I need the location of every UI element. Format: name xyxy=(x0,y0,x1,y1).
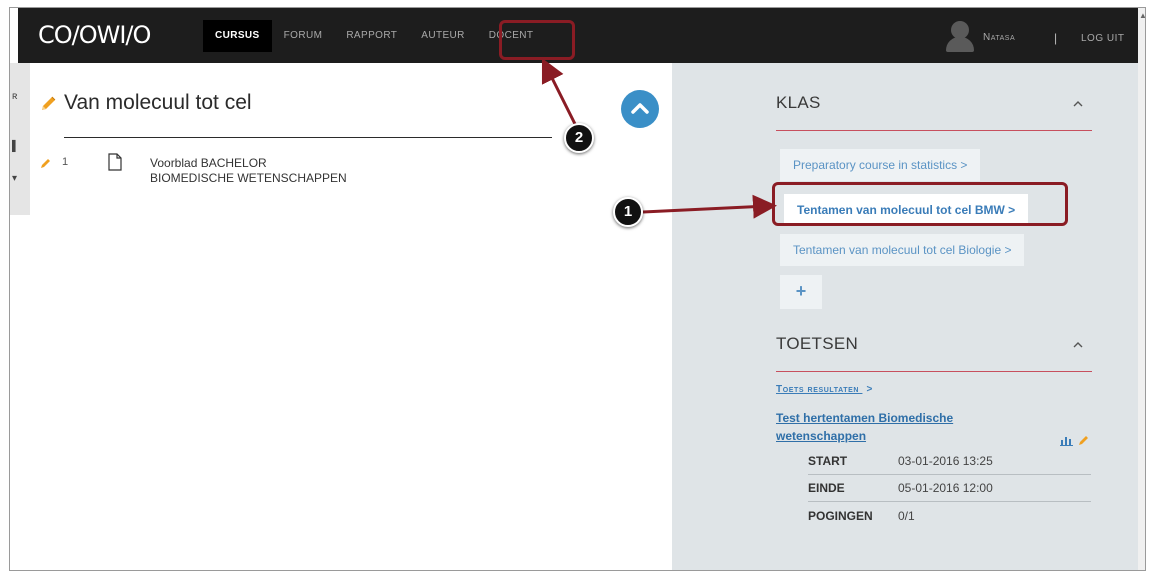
annotation-arrows xyxy=(541,57,777,219)
annotation-badge-2: 2 xyxy=(564,123,594,153)
app-window: CO/OWI/O CURSUS FORUM RAPPORT AUTEUR DOC… xyxy=(9,7,1146,571)
annotation-badge-1: 1 xyxy=(613,197,643,227)
